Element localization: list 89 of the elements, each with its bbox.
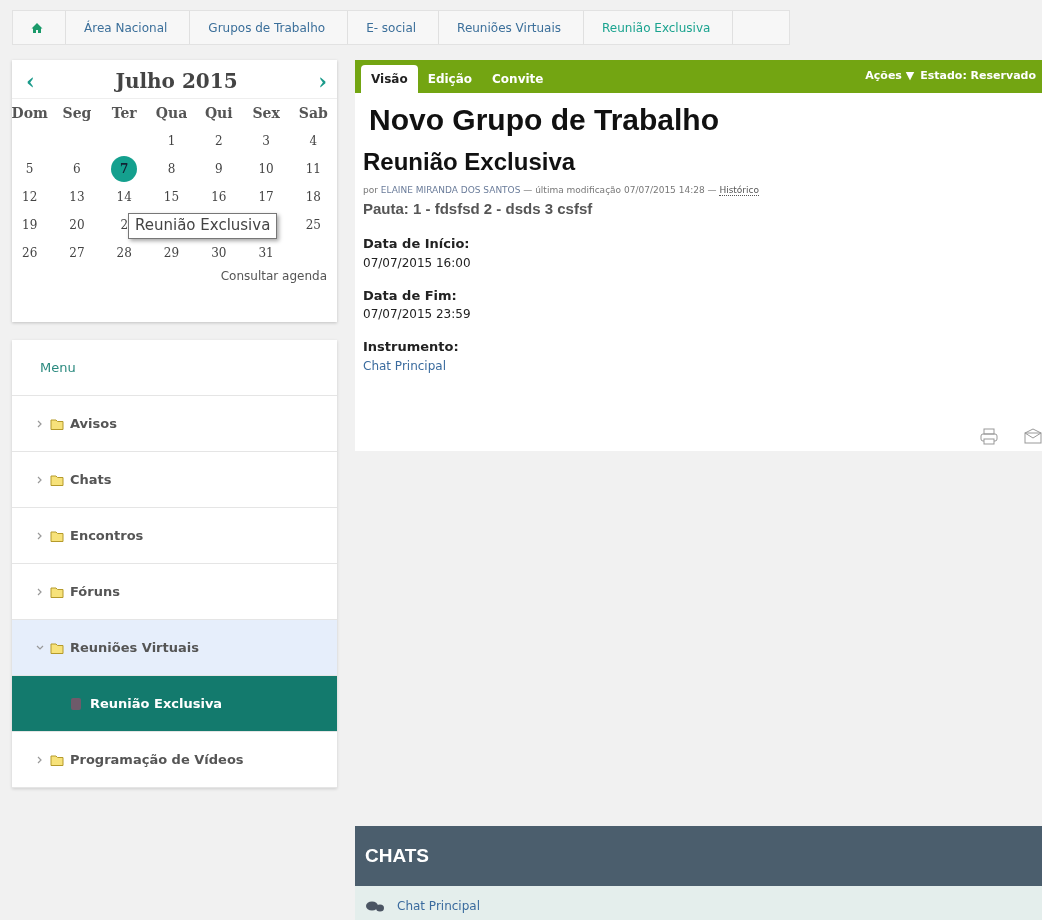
event-day[interactable]: 7	[111, 156, 138, 182]
folder-icon	[50, 640, 64, 655]
document-icon	[70, 696, 82, 711]
breadcrumb-link[interactable]: Área Nacional	[66, 11, 191, 44]
menu-title: Menu	[40, 358, 76, 377]
chevron-icon	[36, 587, 44, 596]
calendar-day: 17	[258, 188, 274, 206]
calendar-day: 10	[258, 160, 274, 178]
calendar-day: 9	[214, 160, 223, 178]
calendar-day: 16	[211, 188, 227, 206]
calendar-day: 30	[211, 244, 227, 262]
month-title: Julho 2015	[115, 68, 238, 95]
calendar-day: 20	[69, 216, 85, 234]
group-title: Novo Grupo de Trabalho	[369, 102, 721, 138]
calendar-day: 1	[167, 132, 176, 150]
tab[interactable]: Convite	[482, 65, 554, 93]
calendar-day: 6	[73, 160, 81, 178]
breadcrumb-link[interactable]: Grupos de Trabalho	[190, 11, 349, 44]
field-label: Data de Início:	[363, 235, 471, 253]
chevron-icon	[36, 531, 44, 540]
folder-icon	[50, 528, 64, 543]
folder-icon	[50, 584, 64, 599]
tab[interactable]: Edição	[417, 65, 483, 93]
calendar-day: 29	[163, 244, 180, 262]
calendar-day: 12	[22, 188, 38, 206]
agenda-text: Pauta: 1 - fdsfsd 2 - dsds 3 csfsf	[363, 198, 594, 219]
folder-icon	[50, 472, 64, 487]
menu-item[interactable]: Programação de Vídeos	[12, 732, 337, 788]
page-title: Reunião Exclusiva	[363, 147, 577, 177]
home-icon	[31, 21, 43, 34]
calendar-day: 2	[214, 132, 223, 150]
weekday-label: Sex	[252, 103, 280, 123]
breadcrumb-link[interactable]: Reunião Exclusiva	[584, 11, 734, 44]
chevron-icon	[36, 419, 44, 428]
agenda-link[interactable]: Consultar agenda	[220, 267, 337, 285]
calendar-day: 14	[116, 188, 132, 206]
breadcrumb-link[interactable]: Reuniões Virtuais	[439, 11, 585, 44]
folder-icon	[50, 416, 64, 431]
calendar-day: 15	[163, 188, 180, 206]
menu-item[interactable]: Encontros	[12, 508, 337, 564]
chevron-icon	[36, 643, 44, 652]
weekday-label: Qui	[204, 103, 233, 123]
chevron-icon	[36, 755, 44, 764]
calendar-day: 25	[305, 216, 321, 234]
weekday-label: Seg	[62, 103, 92, 123]
folder-icon	[50, 752, 64, 767]
next-month-button[interactable]: ›	[318, 70, 327, 92]
author-link[interactable]: ELAINE MIRANDA DOS SANTOS	[380, 185, 521, 195]
menu-item[interactable]: Reuniões Virtuais	[12, 620, 337, 676]
previous-month-button[interactable]: ‹	[26, 70, 35, 92]
field-link[interactable]: Chat Principal	[363, 358, 446, 373]
weekday-label: Dom	[11, 103, 48, 123]
calendar-day: 8	[167, 160, 176, 178]
event-tooltip: Reunião Exclusiva	[128, 213, 278, 239]
calendar-day: 31	[258, 244, 274, 262]
calendar-day: 28	[116, 244, 132, 262]
menu-item[interactable]: Avisos	[12, 396, 337, 452]
calendar-day: 18	[305, 188, 321, 206]
field-label: Instrumento:	[363, 338, 460, 356]
calendar-day: 2	[120, 216, 128, 234]
actions-menu[interactable]: Ações ▼	[865, 68, 915, 85]
weekday-label: Ter	[111, 103, 137, 123]
field-value: 07/07/2015 16:00	[363, 255, 471, 270]
calendar-day: 3	[262, 132, 270, 150]
byline-text: por	[363, 185, 379, 195]
calendar-day: 11	[305, 160, 321, 178]
calendar-day: 5	[25, 160, 34, 178]
print-icon[interactable]	[980, 428, 998, 445]
calendar-day: 4	[309, 132, 318, 150]
state-label: Estado: Reservado	[920, 68, 1036, 85]
weekday-label: Qua	[155, 103, 188, 123]
weekday-label: Sab	[298, 103, 328, 123]
calendar-day: 13	[69, 188, 85, 206]
breadcrumb-link[interactable]: E- social	[348, 11, 440, 44]
mail-icon[interactable]	[1024, 428, 1042, 444]
chat-bubbles-icon	[365, 899, 385, 913]
chevron-icon	[36, 475, 44, 484]
field-label: Data de Fim:	[363, 286, 458, 305]
calendar-day: 27	[69, 244, 85, 262]
calendar-day: 26	[22, 244, 38, 262]
tab[interactable]: Visão	[361, 65, 418, 93]
field-value: 07/07/2015 23:59	[363, 307, 471, 321]
chat-link[interactable]: Chat Principal	[397, 897, 480, 915]
modified-text: — última modificação 07/07/2015 14:28 —	[522, 185, 718, 195]
section-title: CHATS	[365, 843, 430, 868]
menu-subitem[interactable]: Reunião Exclusiva	[12, 676, 337, 732]
calendar-day: 19	[22, 216, 38, 234]
history-link[interactable]: Histórico	[719, 185, 760, 196]
menu-item[interactable]: Chats	[12, 452, 337, 508]
